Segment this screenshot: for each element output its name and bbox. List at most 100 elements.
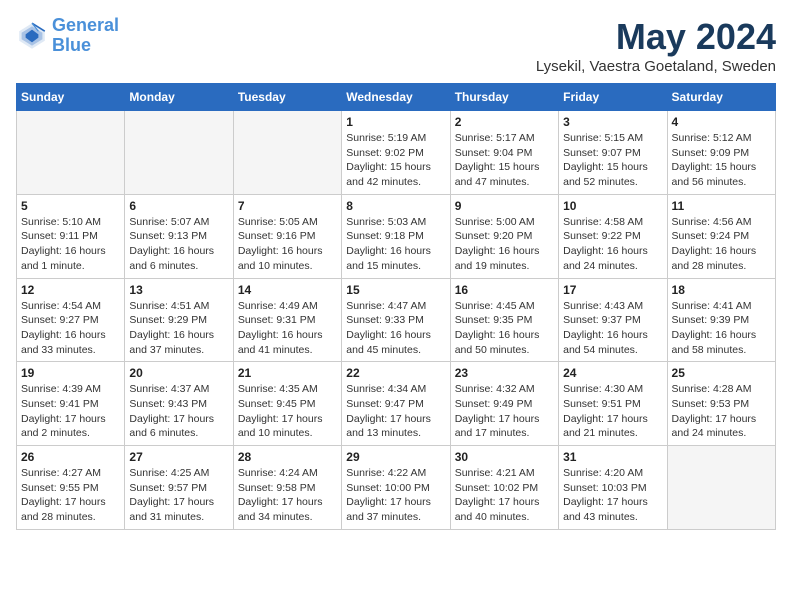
calendar-cell: 5Sunrise: 5:10 AM Sunset: 9:11 PM Daylig… — [17, 194, 125, 278]
cell-date-number: 31 — [563, 450, 662, 464]
cell-date-number: 7 — [238, 199, 337, 213]
cell-info-text: Sunrise: 4:43 AM Sunset: 9:37 PM Dayligh… — [563, 299, 662, 358]
calendar-cell: 14Sunrise: 4:49 AM Sunset: 9:31 PM Dayli… — [233, 278, 341, 362]
calendar-cell: 8Sunrise: 5:03 AM Sunset: 9:18 PM Daylig… — [342, 194, 450, 278]
cell-info-text: Sunrise: 5:12 AM Sunset: 9:09 PM Dayligh… — [672, 131, 771, 190]
calendar-cell: 15Sunrise: 4:47 AM Sunset: 9:33 PM Dayli… — [342, 278, 450, 362]
cell-info-text: Sunrise: 4:37 AM Sunset: 9:43 PM Dayligh… — [129, 382, 228, 441]
weekday-header-wednesday: Wednesday — [342, 84, 450, 111]
calendar-week-5: 26 Sunrise: 4:27 AM Sunset: 9:55 PM Dayli… — [17, 446, 776, 530]
calendar-cell: 11 Sunrise: 4:56 AM Sunset: 9:24 PM Dayli… — [667, 194, 775, 278]
calendar-cell: 31 Sunrise: 4:20 AM Sunset: 10:03 PM Dayl… — [559, 446, 667, 530]
calendar-cell: 3 Sunrise: 5:15 AM Sunset: 9:07 PM Daylig… — [559, 111, 667, 195]
calendar-cell — [233, 111, 341, 195]
calendar-cell: 7 Sunrise: 5:05 AM Sunset: 9:16 PM Daylig… — [233, 194, 341, 278]
calendar-cell: 21 Sunrise: 4:35 AM Sunset: 9:45 PM Dayli… — [233, 362, 341, 446]
weekday-header-saturday: Saturday — [667, 84, 775, 111]
cell-info-text: Sunrise: 4:24 AM Sunset: 9:58 PM Dayligh… — [238, 466, 337, 525]
cell-date-number: 8 — [346, 199, 445, 213]
cell-date-number: 22 — [346, 366, 445, 380]
cell-info-text: Sunrise: 4:34 AM Sunset: 9:47 PM Dayligh… — [346, 382, 445, 441]
cell-date-number: 18 — [672, 283, 771, 297]
cell-info-text: Sunrise: 4:39 AM Sunset: 9:41 PM Dayligh… — [21, 382, 120, 441]
calendar-cell: 19 Sunrise: 4:39 AM Sunset: 9:41 PM Dayli… — [17, 362, 125, 446]
cell-date-number: 9 — [455, 199, 554, 213]
calendar-cell: 26 Sunrise: 4:27 AM Sunset: 9:55 PM Dayli… — [17, 446, 125, 530]
cell-info-text: Sunrise: 4:21 AM Sunset: 10:02 PM Daylig… — [455, 466, 554, 525]
calendar-cell: 1 Sunrise: 5:19 AM Sunset: 9:02 PM Daylig… — [342, 111, 450, 195]
cell-info-text: Sunrise: 4:58 AM Sunset: 9:22 PM Dayligh… — [563, 215, 662, 274]
weekday-header-sunday: Sunday — [17, 84, 125, 111]
cell-info-text: Sunrise: 5:19 AM Sunset: 9:02 PM Dayligh… — [346, 131, 445, 190]
cell-date-number: 15 — [346, 283, 445, 297]
weekday-header-friday: Friday — [559, 84, 667, 111]
page-header: General Blue May 2024 Lysekil, Vaestra G… — [16, 16, 776, 75]
calendar-cell: 29 Sunrise: 4:22 AM Sunset: 10:00 PM Dayl… — [342, 446, 450, 530]
cell-info-text: Sunrise: 5:17 AM Sunset: 9:04 PM Dayligh… — [455, 131, 554, 190]
cell-info-text: Sunrise: 5:15 AM Sunset: 9:07 PM Dayligh… — [563, 131, 662, 190]
cell-date-number: 20 — [129, 366, 228, 380]
cell-info-text: Sunrise: 4:27 AM Sunset: 9:55 PM Dayligh… — [21, 466, 120, 525]
calendar-week-1: 1 Sunrise: 5:19 AM Sunset: 9:02 PM Daylig… — [17, 111, 776, 195]
cell-date-number: 24 — [563, 366, 662, 380]
cell-info-text: Sunrise: 4:25 AM Sunset: 9:57 PM Dayligh… — [129, 466, 228, 525]
cell-date-number: 11 — [672, 199, 771, 213]
cell-info-text: Sunrise: 5:00 AM Sunset: 9:20 PM Dayligh… — [455, 215, 554, 274]
cell-info-text: Sunrise: 4:35 AM Sunset: 9:45 PM Dayligh… — [238, 382, 337, 441]
calendar-cell: 28 Sunrise: 4:24 AM Sunset: 9:58 PM Dayli… — [233, 446, 341, 530]
cell-info-text: Sunrise: 4:45 AM Sunset: 9:35 PM Dayligh… — [455, 299, 554, 358]
cell-date-number: 28 — [238, 450, 337, 464]
title-block: May 2024 Lysekil, Vaestra Goetaland, Swe… — [536, 16, 776, 75]
calendar-cell: 22 Sunrise: 4:34 AM Sunset: 9:47 PM Dayli… — [342, 362, 450, 446]
cell-date-number: 3 — [563, 115, 662, 129]
logo: General Blue — [16, 16, 119, 56]
cell-info-text: Sunrise: 5:05 AM Sunset: 9:16 PM Dayligh… — [238, 215, 337, 274]
calendar-cell — [17, 111, 125, 195]
cell-date-number: 30 — [455, 450, 554, 464]
calendar-week-3: 12 Sunrise: 4:54 AM Sunset: 9:27 PM Dayli… — [17, 278, 776, 362]
calendar-cell: 10 Sunrise: 4:58 AM Sunset: 9:22 PM Dayli… — [559, 194, 667, 278]
cell-date-number: 2 — [455, 115, 554, 129]
cell-date-number: 12 — [21, 283, 120, 297]
cell-date-number: 4 — [672, 115, 771, 129]
cell-info-text: Sunrise: 4:28 AM Sunset: 9:53 PM Dayligh… — [672, 382, 771, 441]
calendar-cell: 17Sunrise: 4:43 AM Sunset: 9:37 PM Dayli… — [559, 278, 667, 362]
location-subtitle: Lysekil, Vaestra Goetaland, Sweden — [536, 58, 776, 75]
cell-date-number: 10 — [563, 199, 662, 213]
calendar-cell: 18Sunrise: 4:41 AM Sunset: 9:39 PM Dayli… — [667, 278, 775, 362]
logo-text: General Blue — [52, 16, 119, 56]
calendar-cell: 24 Sunrise: 4:30 AM Sunset: 9:51 PM Dayli… — [559, 362, 667, 446]
cell-info-text: Sunrise: 5:07 AM Sunset: 9:13 PM Dayligh… — [129, 215, 228, 274]
cell-info-text: Sunrise: 4:22 AM Sunset: 10:00 PM Daylig… — [346, 466, 445, 525]
cell-info-text: Sunrise: 4:54 AM Sunset: 9:27 PM Dayligh… — [21, 299, 120, 358]
calendar-cell: 9 Sunrise: 5:00 AM Sunset: 9:20 PM Daylig… — [450, 194, 558, 278]
logo-icon — [16, 20, 48, 52]
cell-info-text: Sunrise: 4:56 AM Sunset: 9:24 PM Dayligh… — [672, 215, 771, 274]
calendar-week-4: 19 Sunrise: 4:39 AM Sunset: 9:41 PM Dayli… — [17, 362, 776, 446]
cell-date-number: 21 — [238, 366, 337, 380]
cell-info-text: Sunrise: 4:32 AM Sunset: 9:49 PM Dayligh… — [455, 382, 554, 441]
calendar-cell: 23 Sunrise: 4:32 AM Sunset: 9:49 PM Dayli… — [450, 362, 558, 446]
calendar-cell — [125, 111, 233, 195]
cell-date-number: 29 — [346, 450, 445, 464]
calendar-cell: 30 Sunrise: 4:21 AM Sunset: 10:02 PM Dayl… — [450, 446, 558, 530]
calendar-cell: 6Sunrise: 5:07 AM Sunset: 9:13 PM Daylig… — [125, 194, 233, 278]
calendar-table: SundayMondayTuesdayWednesdayThursdayFrid… — [16, 83, 776, 530]
cell-date-number: 1 — [346, 115, 445, 129]
weekday-header-tuesday: Tuesday — [233, 84, 341, 111]
cell-date-number: 26 — [21, 450, 120, 464]
cell-info-text: Sunrise: 5:10 AM Sunset: 9:11 PM Dayligh… — [21, 215, 120, 274]
cell-date-number: 19 — [21, 366, 120, 380]
cell-info-text: Sunrise: 4:51 AM Sunset: 9:29 PM Dayligh… — [129, 299, 228, 358]
weekday-header-monday: Monday — [125, 84, 233, 111]
calendar-week-2: 5Sunrise: 5:10 AM Sunset: 9:11 PM Daylig… — [17, 194, 776, 278]
cell-info-text: Sunrise: 4:49 AM Sunset: 9:31 PM Dayligh… — [238, 299, 337, 358]
cell-date-number: 25 — [672, 366, 771, 380]
cell-info-text: Sunrise: 4:30 AM Sunset: 9:51 PM Dayligh… — [563, 382, 662, 441]
cell-date-number: 23 — [455, 366, 554, 380]
calendar-cell: 4 Sunrise: 5:12 AM Sunset: 9:09 PM Daylig… — [667, 111, 775, 195]
cell-info-text: Sunrise: 4:20 AM Sunset: 10:03 PM Daylig… — [563, 466, 662, 525]
cell-date-number: 13 — [129, 283, 228, 297]
calendar-cell: 25 Sunrise: 4:28 AM Sunset: 9:53 PM Dayli… — [667, 362, 775, 446]
calendar-cell — [667, 446, 775, 530]
